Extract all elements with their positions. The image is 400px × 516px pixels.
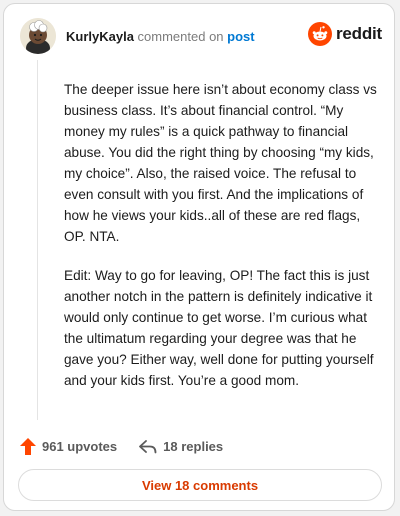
post-link[interactable]: post	[227, 29, 254, 44]
avatar-icon	[20, 18, 56, 54]
comment-header: KurlyKayla commented on post	[66, 29, 255, 44]
reddit-alien-icon	[307, 22, 332, 46]
comment-paragraph: The deeper issue here isn’t about econom…	[64, 82, 377, 244]
commented-on-text: commented on	[137, 29, 224, 44]
view-comments-button[interactable]: View 18 comments	[18, 469, 382, 501]
replies-button[interactable]: 18 replies	[139, 439, 223, 454]
thread-line[interactable]	[37, 60, 38, 420]
reply-arrow-icon	[139, 439, 157, 453]
upvote-button[interactable]: 961 upvotes	[20, 438, 117, 455]
comment-paragraph: Edit: Way to go for leaving, OP! The fac…	[64, 268, 374, 388]
comment-body: The deeper issue here isn’t about econom…	[64, 79, 382, 409]
comment-actions: 961 upvotes 18 replies	[20, 438, 223, 455]
avatar[interactable]	[20, 18, 56, 54]
reddit-logo[interactable]: reddit	[307, 22, 382, 46]
upvote-arrow-icon	[20, 438, 36, 455]
replies-count: 18 replies	[163, 439, 224, 454]
upvote-count: 961 upvotes	[42, 439, 118, 454]
username-link[interactable]: KurlyKayla	[66, 29, 134, 44]
reddit-wordmark: reddit	[335, 24, 382, 43]
comment-card: KurlyKayla commented on post reddit The …	[3, 3, 395, 511]
